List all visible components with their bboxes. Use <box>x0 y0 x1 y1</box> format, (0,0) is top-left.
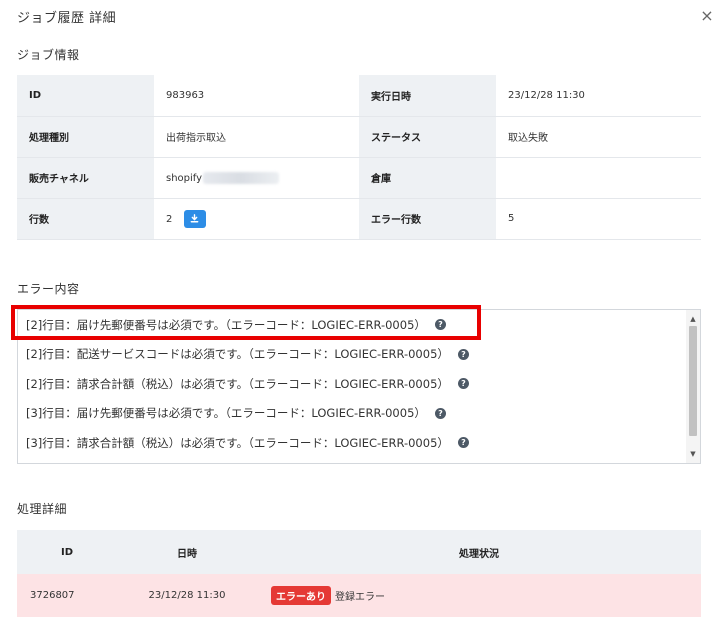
scroll-up-icon[interactable]: ▲ <box>686 312 700 326</box>
row-count-cell: 2 <box>154 198 359 240</box>
info-label: 販売チャネル <box>17 157 154 199</box>
column-header-status: 処理状況 <box>257 530 701 574</box>
help-icon[interactable]: ? <box>457 348 469 360</box>
row-datetime: 23/12/28 11:30 <box>117 574 257 617</box>
redacted-text <box>203 171 280 184</box>
info-label: 実行日時 <box>359 75 496 117</box>
info-value: 取込失敗 <box>496 116 701 158</box>
info-value: 23/12/28 11:30 <box>496 75 701 117</box>
error-item: [3]行目：請求合計額（税込）は必須です。（エラーコード：LOGIEC-ERR-… <box>18 428 686 458</box>
job-info-row: ID 983963 実行日時 23/12/28 11:30 <box>17 75 701 117</box>
info-label: 処理種別 <box>17 116 154 158</box>
row-status-cell: エラーあり 登録エラー <box>257 574 701 617</box>
help-icon[interactable]: ? <box>457 437 469 449</box>
error-text: [3]行目：請求合計額（税込）は必須です。（エラーコード：LOGIEC-ERR-… <box>26 435 449 450</box>
job-info-row: 販売チャネル shopify 倉庫 <box>17 157 701 199</box>
info-label: ステータス <box>359 116 496 158</box>
help-icon[interactable]: ? <box>457 378 469 390</box>
highlight-box <box>11 305 481 340</box>
error-badge: エラーあり <box>271 586 331 605</box>
error-item: [3]行目：届け先郵便番号は必須です。（エラーコード：LOGIEC-ERR-00… <box>18 399 686 429</box>
error-item: [2]行目：配送サービスコードは必須です。（エラーコード：LOGIEC-ERR-… <box>18 340 686 370</box>
download-icon <box>190 214 199 223</box>
error-section-title: エラー内容 <box>17 282 80 296</box>
info-label: エラー行数 <box>359 198 496 240</box>
row-count-value: 2 <box>166 213 173 225</box>
info-label: ID <box>17 75 154 117</box>
process-detail-table: ID 日時 処理状況 3726807 23/12/28 11:30 エラーあり登… <box>17 530 701 617</box>
row-id: 3726807 <box>17 574 117 617</box>
table-header-row: ID 日時 処理状況 <box>17 530 701 574</box>
error-text: [2]行目：請求合計額（税込）は必須です。（エラーコード：LOGIEC-ERR-… <box>26 376 449 391</box>
job-info-row: 行数 2 エラー行数 5 <box>17 198 701 240</box>
info-value <box>496 157 701 199</box>
modal-title: ジョブ履歴 詳細 <box>17 11 117 26</box>
column-header-datetime: 日時 <box>117 530 257 574</box>
info-value: 983963 <box>154 75 359 117</box>
info-value: 5 <box>496 198 701 240</box>
scroll-thumb[interactable] <box>689 326 697 436</box>
help-icon[interactable]: ? <box>434 407 446 419</box>
sales-channel-cell: shopify <box>154 157 359 199</box>
row-status: 登録エラー <box>335 592 385 603</box>
scroll-down-icon[interactable]: ▼ <box>686 447 700 461</box>
close-icon[interactable]: × <box>699 8 715 24</box>
info-value: 出荷指示取込 <box>154 116 359 158</box>
error-text: [2]行目：配送サービスコードは必須です。（エラーコード：LOGIEC-ERR-… <box>26 347 449 362</box>
error-text: [3]行目：届け先郵便番号は必須です。（エラーコード：LOGIEC-ERR-00… <box>26 406 426 421</box>
column-header-id: ID <box>17 530 117 574</box>
process-detail-title: 処理詳細 <box>17 502 68 516</box>
info-label: 倉庫 <box>359 157 496 199</box>
error-item: [2]行目：請求合計額（税込）は必須です。（エラーコード：LOGIEC-ERR-… <box>18 369 686 399</box>
job-info-row: 処理種別 出荷指示取込 ステータス 取込失敗 <box>17 116 701 158</box>
job-info-title: ジョブ情報 <box>17 48 80 62</box>
table-row: 3726807 23/12/28 11:30 エラーあり 登録エラー <box>17 574 701 617</box>
sales-channel-value: shopify <box>166 172 203 184</box>
info-label: 行数 <box>17 198 154 240</box>
download-button[interactable] <box>183 209 206 228</box>
error-list-scrollbar[interactable]: ▲ ▼ <box>686 310 700 463</box>
job-info-table: ID 983963 実行日時 23/12/28 11:30 処理種別 出荷指示取… <box>17 75 701 240</box>
